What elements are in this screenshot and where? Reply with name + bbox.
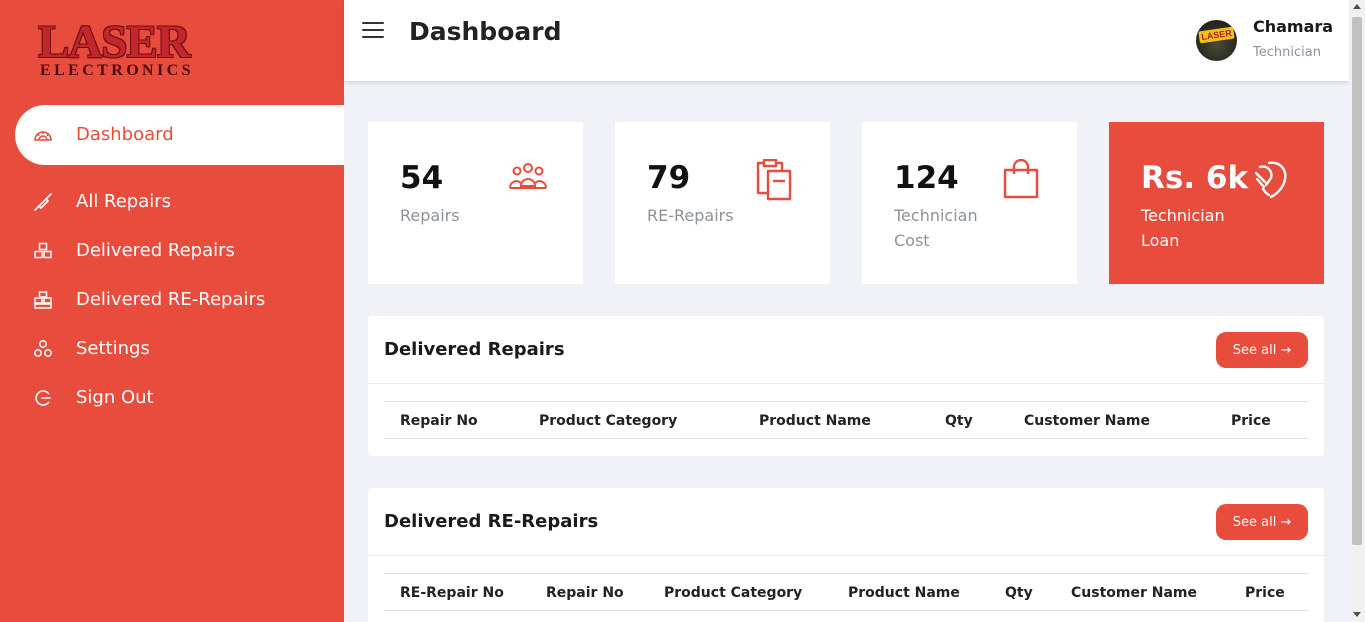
- sidebar-item-label: Sign Out: [76, 386, 154, 408]
- see-all-label: See all: [1232, 514, 1277, 530]
- logo-sub-text: ELECTRONICS: [40, 62, 194, 79]
- sidebar-item-label: Delivered RE-Repairs: [76, 288, 266, 310]
- scroll-up-arrow-icon[interactable]: [1353, 4, 1361, 9]
- stat-value: Rs. 6k: [1141, 160, 1249, 196]
- scroll-down-arrow-icon[interactable]: [1353, 612, 1361, 617]
- see-all-label: See all: [1232, 342, 1277, 358]
- sidebar-item-delivered-repairs[interactable]: Delivered Repairs: [0, 226, 344, 275]
- arrow-right-icon: →: [1280, 342, 1292, 358]
- topbar: Dashboard LASER Chamara Technician: [344, 0, 1349, 81]
- column-header[interactable]: Qty: [1005, 583, 1033, 603]
- arrow-right-icon: →: [1280, 514, 1292, 530]
- avatar[interactable]: LASER: [1196, 20, 1237, 61]
- sidebar-item-dashboard[interactable]: Dashboard: [15, 105, 344, 165]
- avatar-logo-text: LASER: [1198, 26, 1235, 44]
- boxes-icon: [32, 240, 54, 262]
- delivered-repairs-panel: Delivered Repairs See all → Repair No Pr…: [368, 316, 1324, 456]
- column-header[interactable]: Product Category: [539, 411, 677, 431]
- column-header[interactable]: Customer Name: [1024, 411, 1150, 431]
- page-scrollbar[interactable]: [1349, 0, 1365, 622]
- dashboard-gauge-icon: [32, 124, 54, 146]
- panel-title: Delivered Repairs: [384, 339, 565, 360]
- stat-value: 54: [400, 160, 444, 196]
- brand-logo[interactable]: LASER ELECTRONICS: [38, 16, 228, 82]
- column-header[interactable]: Price: [1231, 411, 1271, 431]
- shopping-bag-icon: [1000, 158, 1044, 199]
- column-header[interactable]: Product Name: [759, 411, 871, 431]
- delivered-re-repairs-panel: Delivered RE-Repairs See all → RE-Repair…: [368, 488, 1324, 622]
- sidebar-item-label: Dashboard: [76, 124, 174, 145]
- sidebar-item-settings[interactable]: Settings: [0, 324, 344, 373]
- column-header[interactable]: Repair No: [546, 583, 624, 603]
- panel-title: Delivered RE-Repairs: [384, 511, 599, 532]
- see-all-button[interactable]: See all →: [1216, 332, 1308, 368]
- sidebar-item-label: All Repairs: [76, 190, 172, 212]
- sidebar-nav: Dashboard All Repairs Delivered Repairs …: [0, 105, 344, 422]
- stat-card-repairs[interactable]: 54 Repairs: [368, 122, 583, 284]
- stat-label: Repairs: [400, 206, 460, 225]
- sidebar: LASER ELECTRONICS Dashboard All Repairs …: [0, 0, 344, 622]
- stat-label: Technician Cost: [894, 206, 978, 250]
- sign-out-icon: [32, 387, 54, 409]
- stat-value: 79: [647, 160, 691, 196]
- column-header[interactable]: Repair No: [400, 411, 478, 431]
- column-header[interactable]: Price: [1245, 583, 1285, 603]
- menu-toggle-icon[interactable]: [362, 22, 384, 40]
- settings-circles-icon: [32, 338, 54, 360]
- logo-main-text: LASER: [38, 16, 191, 68]
- scrollbar-thumb[interactable]: [1352, 17, 1362, 545]
- sidebar-item-sign-out[interactable]: Sign Out: [0, 373, 344, 422]
- panel-header: Delivered RE-Repairs See all →: [368, 488, 1324, 556]
- stat-label: Technician Loan: [1141, 206, 1225, 250]
- stat-value: 124: [894, 160, 959, 196]
- page-title: Dashboard: [409, 17, 562, 46]
- people-group-icon: [506, 159, 550, 199]
- column-header[interactable]: RE-Repair No: [400, 583, 504, 603]
- panel-header: Delivered Repairs See all →: [368, 316, 1324, 384]
- user-name: Chamara: [1253, 17, 1334, 36]
- stat-label: RE-Repairs: [647, 206, 734, 225]
- hand-coin-icon: [1247, 159, 1291, 199]
- column-header[interactable]: Customer Name: [1071, 583, 1197, 603]
- sidebar-item-label: Settings: [76, 337, 150, 359]
- column-header[interactable]: Product Name: [848, 583, 960, 603]
- sidebar-item-label: Delivered Repairs: [76, 239, 235, 261]
- stat-card-technician-loan[interactable]: Rs. 6k Technician Loan: [1109, 122, 1324, 284]
- column-header[interactable]: Qty: [945, 411, 973, 431]
- table-header-row: Repair No Product Category Product Name …: [384, 401, 1308, 439]
- column-header[interactable]: Product Category: [664, 583, 802, 603]
- screwdriver-icon: [32, 191, 54, 213]
- user-role: Technician: [1253, 45, 1321, 60]
- see-all-button[interactable]: See all →: [1216, 504, 1308, 540]
- sidebar-item-all-repairs[interactable]: All Repairs: [0, 177, 344, 226]
- table-header-row: RE-Repair No Repair No Product Category …: [384, 573, 1308, 611]
- boxes-stacked-icon: [32, 289, 54, 311]
- stat-card-re-repairs[interactable]: 79 RE-Repairs: [615, 122, 830, 284]
- stat-card-technician-cost[interactable]: 124 Technician Cost: [862, 122, 1077, 284]
- clipboard-icon: [753, 158, 797, 201]
- sidebar-item-delivered-re-repairs[interactable]: Delivered RE-Repairs: [0, 275, 344, 324]
